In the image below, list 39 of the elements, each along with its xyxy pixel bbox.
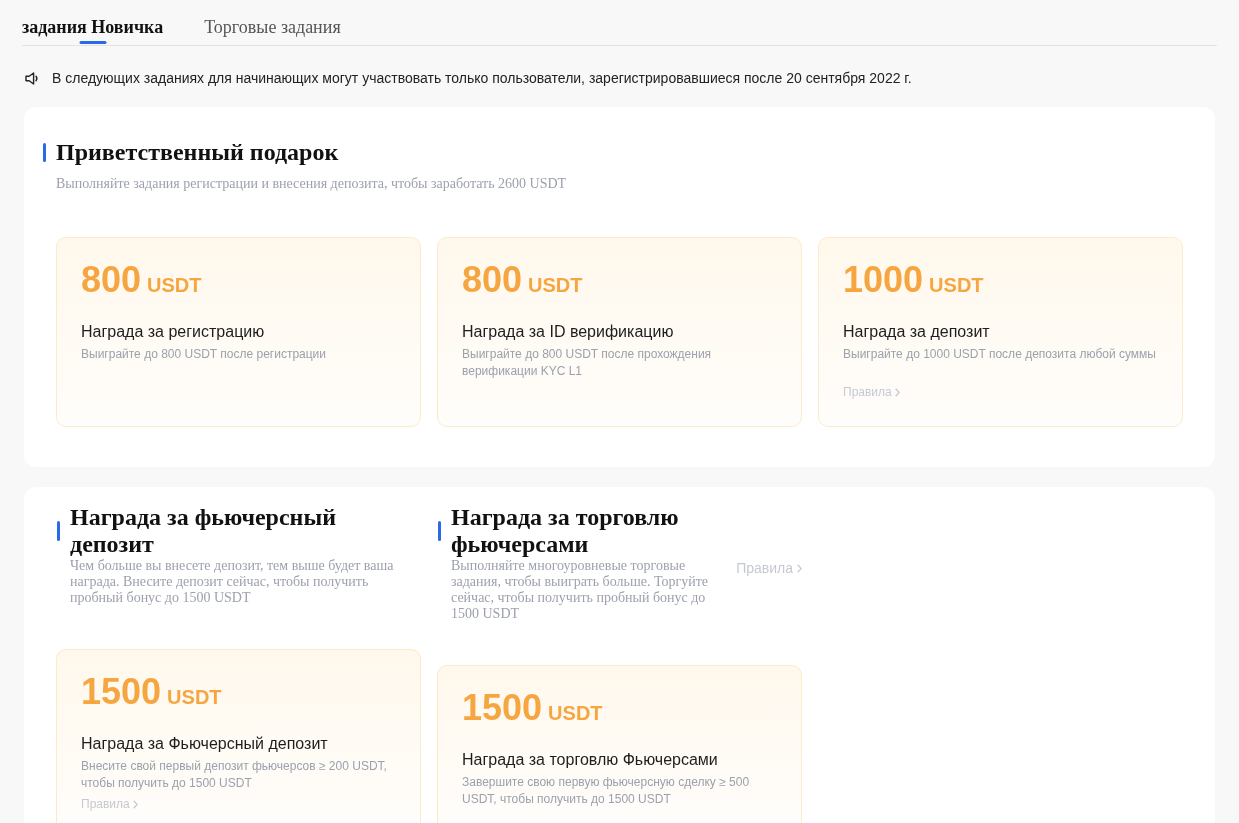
section-description: Выполняйте многоуровневые торговые задания, чтобы выиграть больше. Торгуйте сейчас, чтобы получить пробный бонус до 1500 USDT [451,558,709,622]
currency-label: USDT [167,685,222,709]
reward-amount: 1500 [81,672,162,712]
currency-label: USDT [528,273,583,297]
section-subtitle: Выполняйте задания регистрации и внесения депозита, чтобы заработать 2600 USDT [56,175,567,193]
reward-description: Выиграйте до 800 USDT после прохождения верификации KYC L1 [462,346,713,380]
currency-label: USDT [548,701,603,725]
title-accent-bar [438,521,441,541]
section-title: Приветственный подарок [56,138,339,167]
currency-label: USDT [147,273,202,297]
title-accent-bar [43,142,46,162]
currency-label: USDT [929,273,984,297]
chevron-right-icon [132,800,138,809]
reward-amount: 1000 [843,260,924,300]
section-title: Награда за торговлю фьючерсами [451,504,680,558]
section-title: Награда за фьючерсный депозит [70,504,337,558]
section-description: Чем больше вы внесете депозит, тем выше будет ваша награда. Внесите депозит сейчас, чтобы получить пробный бонус до 1500 USDT [70,558,395,606]
rules-link[interactable]: Правила [736,559,802,577]
chevron-right-icon [797,563,802,573]
title-accent-bar [57,521,60,541]
reward-amount: 800 [462,260,523,300]
reward-description: Завершите свою первую фьючерсную сделку ≥ 500 USDT, чтобы получить до 1500 USDT [462,774,751,808]
rules-link[interactable]: Правила [81,796,138,813]
reward-description: Выиграйте до 800 USDT после регистрации [81,346,327,363]
reward-title: Награда за депозит [843,322,991,342]
reward-amount: 1500 [462,688,543,728]
reward-title: Награда за Фьючерсный депозит [81,734,329,754]
chevron-right-icon [894,388,900,397]
notice-text: В следующих заданиях для начинающих могут участвовать только пользователи, зарегистрировавшиеся после 20 сентября 2022 г. [52,69,912,88]
reward-description: Внесите свой первый депозит фьючерсов ≥ 200 USDT, чтобы получить до 1500 USDT [81,758,388,792]
reward-title: Награда за регистрацию [81,322,266,342]
tab[interactable]: задания Новичка [22,0,164,45]
reward-title: Награда за торговлю Фьючерсами [462,750,719,770]
reward-amount: 800 [81,260,142,300]
speaker-icon [25,71,40,85]
rules-link[interactable]: Правила [843,384,900,401]
reward-title: Награда за ID верификацию [462,322,675,342]
reward-description: Выиграйте до 1000 USDT после депозита любой суммы [843,346,1156,363]
tab[interactable]: Торговые задания [204,0,341,45]
